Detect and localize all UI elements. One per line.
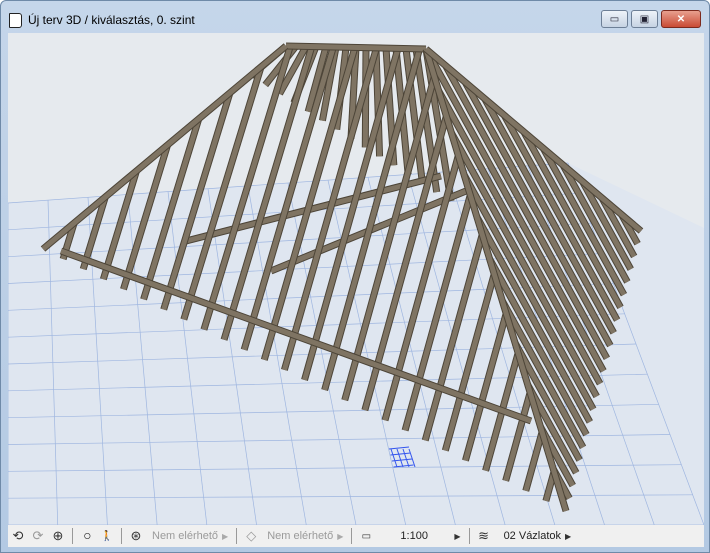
arrow-right-icon: ▶ (222, 532, 229, 541)
bottom-toolbar: ⟲ ⟳ ⊕ ဝ 🚶 ⊛ Nem elérhető ▶ ◇ Nem elérhető… (8, 525, 704, 547)
arrow-right-icon[interactable]: ▶ (565, 532, 571, 541)
roof-model (8, 42, 704, 525)
zoom-icon[interactable]: ⊕ (48, 528, 68, 544)
divider (468, 528, 470, 544)
option1-dropdown[interactable]: Nem elérhető ▶ (152, 530, 232, 542)
lasso-icon[interactable]: ဝ (77, 527, 97, 546)
option2-label: Nem elérhető (267, 530, 334, 542)
explore-icon[interactable]: ⊛ (126, 528, 146, 544)
ridge-beam (285, 43, 427, 52)
rafter (373, 47, 383, 157)
walk-icon[interactable]: 🚶 (97, 531, 117, 542)
close-button[interactable]: ✕ (661, 10, 701, 28)
maximize-button[interactable]: ▣ (631, 10, 658, 28)
3d-viewport[interactable] (8, 33, 704, 525)
divider (236, 528, 238, 544)
redo-view-icon[interactable]: ⟳ (28, 528, 48, 544)
window-title: Új terv 3D / kiválasztás, 0. szint (28, 13, 195, 27)
divider (351, 528, 353, 544)
title-bar: Új terv 3D / kiválasztás, 0. szint (9, 9, 195, 31)
arrow-right-icon[interactable]: ▶ (454, 532, 460, 541)
scale-dropdown[interactable]: 1:100 (400, 530, 450, 542)
arrow-right-icon: ▶ (337, 532, 344, 541)
minimize-button[interactable]: ▭ (601, 10, 628, 28)
pen-set-icon[interactable]: ◇ (241, 528, 261, 544)
ruler-icon: ▭ (361, 530, 372, 542)
option2-dropdown[interactable]: Nem elérhető ▶ (267, 530, 347, 542)
divider (72, 528, 73, 544)
layer-combination-dropdown[interactable]: 02 Vázlatok (504, 530, 561, 542)
window-3d-icon (9, 12, 22, 28)
option1-label: Nem elérhető (152, 530, 219, 542)
divider (121, 528, 122, 544)
orbit-icon[interactable]: ⟲ (8, 528, 28, 544)
layers-icon: ≋ (478, 528, 490, 543)
app-window: Új terv 3D / kiválasztás, 0. szint ▭ ▣ ✕… (0, 0, 710, 553)
